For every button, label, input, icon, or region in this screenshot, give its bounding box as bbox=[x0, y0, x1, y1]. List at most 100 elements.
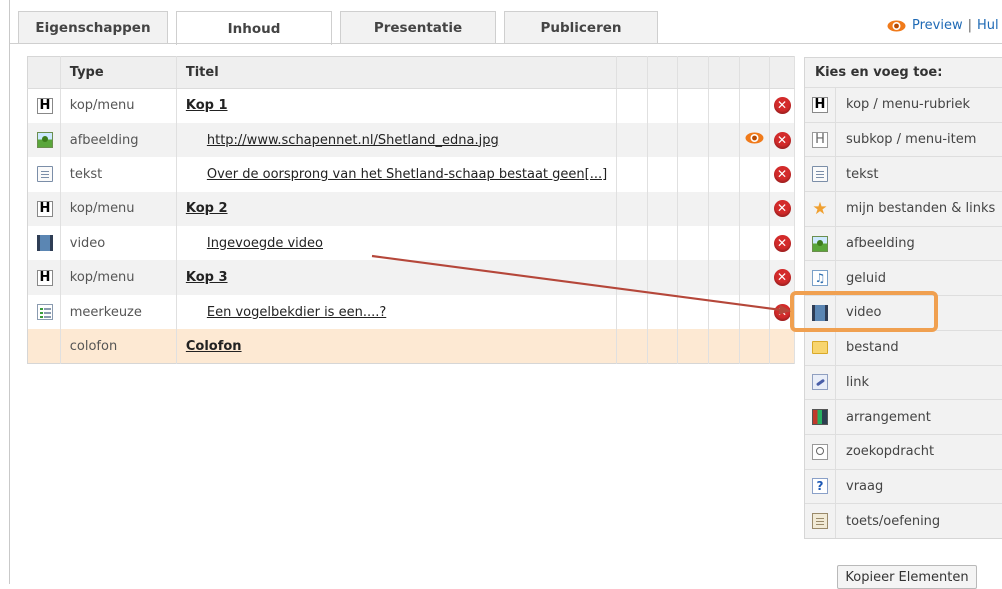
row-view-cell bbox=[739, 294, 771, 330]
row-title-cell: http://www.schapennet.nl/Shetland_edna.j… bbox=[176, 122, 618, 158]
row-delete-cell: ✕ bbox=[769, 260, 795, 295]
separator: | bbox=[967, 18, 972, 33]
row-view-cell bbox=[739, 226, 771, 261]
add-geluid[interactable]: ♫ geluid bbox=[805, 260, 1002, 296]
copy-elements-button[interactable]: Kopieer Elementen bbox=[837, 565, 977, 589]
header-col-d bbox=[708, 56, 740, 89]
delete-icon[interactable]: ✕ bbox=[773, 200, 791, 218]
row-title-cell: Een vogelbekdier is een....? bbox=[176, 294, 618, 330]
row-icon-cell: H bbox=[27, 191, 61, 227]
table-header-row: Type Titel bbox=[27, 56, 795, 89]
preview-eye-icon[interactable] bbox=[745, 132, 764, 144]
item-label: zoekopdracht bbox=[846, 444, 935, 460]
add-toets-oefening[interactable]: toets/oefening bbox=[805, 503, 1002, 538]
row-title-link[interactable]: http://www.schapennet.nl/Shetland_edna.j… bbox=[207, 133, 499, 148]
item-icon-cell: ★ bbox=[805, 192, 836, 226]
row-col-c bbox=[677, 157, 709, 192]
item-icon-cell bbox=[805, 400, 836, 434]
delete-icon[interactable]: ✕ bbox=[773, 131, 791, 149]
row-icon-cell: H bbox=[27, 88, 61, 123]
table-row[interactable]: video Ingevoegde video ✕ bbox=[27, 226, 795, 261]
table-row[interactable]: tekst Over de oorsprong van het Shetland… bbox=[27, 157, 795, 192]
row-icon-cell bbox=[27, 157, 61, 192]
item-label: geluid bbox=[846, 270, 886, 286]
row-col-b bbox=[647, 88, 679, 123]
table-row[interactable]: H kop/menu Kop 1 ✕ bbox=[27, 88, 795, 123]
tab-inhoud[interactable]: Inhoud bbox=[176, 11, 332, 45]
row-title-link[interactable]: Kop 2 bbox=[186, 201, 228, 216]
help-link[interactable]: Hul bbox=[977, 18, 999, 33]
panel-title: Kies en voeg toe: bbox=[815, 65, 943, 80]
editor-frame: Eigenschappen Inhoud Presentatie Publice… bbox=[9, 0, 1002, 589]
tab-eigenschappen[interactable]: Eigenschappen bbox=[18, 11, 168, 44]
row-type: meerkeuze bbox=[60, 294, 177, 330]
row-col-b bbox=[647, 122, 679, 158]
add-video[interactable]: video bbox=[805, 295, 1002, 330]
table-row[interactable]: H kop/menu Kop 2 ✕ bbox=[27, 191, 795, 227]
row-col-b bbox=[647, 260, 679, 295]
row-col-c bbox=[677, 226, 709, 261]
add-zoekopdracht[interactable]: zoekopdracht bbox=[805, 433, 1002, 469]
row-delete-cell: ✕ bbox=[769, 226, 795, 261]
table-row[interactable]: H kop/menu Kop 3 ✕ bbox=[27, 260, 795, 295]
row-title-cell: Colofon bbox=[176, 329, 618, 364]
row-type: afbeelding bbox=[60, 122, 177, 158]
preview-link[interactable]: Preview bbox=[912, 18, 963, 33]
tab-publiceren[interactable]: Publiceren bbox=[504, 11, 658, 44]
row-title-link[interactable]: Kop 1 bbox=[186, 98, 228, 113]
row-view-cell bbox=[739, 260, 771, 295]
table-row[interactable]: afbeelding http://www.schapennet.nl/Shet… bbox=[27, 122, 795, 158]
row-view-cell bbox=[739, 329, 771, 364]
link-icon bbox=[812, 374, 828, 391]
add-afbeelding[interactable]: afbeelding bbox=[805, 225, 1002, 261]
row-delete-cell: ✕ bbox=[769, 122, 795, 158]
header-type: Type bbox=[60, 56, 177, 89]
row-col-a bbox=[616, 88, 648, 123]
delete-icon[interactable]: ✕ bbox=[773, 234, 791, 252]
add-subkop-menu-item[interactable]: H subkop / menu-item bbox=[805, 121, 1002, 157]
header-col-delete bbox=[769, 56, 795, 89]
row-view-cell bbox=[739, 157, 771, 192]
list-icon bbox=[37, 304, 53, 321]
row-col-c bbox=[677, 88, 709, 123]
add-mijn-bestanden[interactable]: ★ mijn bestanden & links bbox=[805, 191, 1002, 226]
table-row-colofon[interactable]: colofon Colofon bbox=[27, 329, 795, 364]
arrangement-icon bbox=[812, 409, 828, 426]
item-icon-cell bbox=[805, 157, 836, 192]
row-delete-cell: ✕ bbox=[769, 157, 795, 192]
music-note-icon: ♫ bbox=[812, 270, 828, 287]
delete-icon[interactable]: ✕ bbox=[773, 269, 791, 287]
item-icon-cell bbox=[805, 434, 836, 469]
row-icon-cell bbox=[27, 294, 61, 330]
row-title-link[interactable]: Ingevoegde video bbox=[207, 236, 323, 251]
row-col-b bbox=[647, 329, 679, 364]
row-title-cell: Over de oorsprong van het Shetland-schaa… bbox=[176, 157, 618, 192]
header-col-c bbox=[677, 56, 709, 89]
row-delete-cell: ✕ bbox=[769, 191, 795, 227]
row-title-link[interactable]: Kop 3 bbox=[186, 270, 228, 285]
row-title-link[interactable]: Over de oorsprong van het Shetland-schaa… bbox=[207, 167, 607, 182]
tab-underline bbox=[10, 43, 1002, 44]
add-vraag[interactable]: ? vraag bbox=[805, 468, 1002, 504]
add-bestand[interactable]: bestand bbox=[805, 329, 1002, 365]
tab-presentatie[interactable]: Presentatie bbox=[340, 11, 496, 44]
row-col-d bbox=[708, 191, 740, 227]
row-title-link[interactable]: Colofon bbox=[186, 339, 242, 354]
delete-icon[interactable]: ✕ bbox=[773, 303, 791, 321]
item-label: arrangement bbox=[846, 409, 931, 425]
item-icon-cell bbox=[805, 365, 836, 400]
table-row[interactable]: meerkeuze Een vogelbekdier is een....? ✕ bbox=[27, 294, 795, 330]
row-icon-cell: H bbox=[27, 260, 61, 295]
row-title-link[interactable]: Een vogelbekdier is een....? bbox=[207, 305, 386, 320]
delete-icon[interactable]: ✕ bbox=[773, 165, 791, 183]
heading-icon: H bbox=[37, 200, 53, 217]
add-arrangement[interactable]: arrangement bbox=[805, 399, 1002, 434]
add-tekst[interactable]: tekst bbox=[805, 156, 1002, 192]
row-col-d bbox=[708, 260, 740, 295]
item-icon-cell bbox=[805, 330, 836, 365]
top-right-links: Preview | Hul bbox=[887, 18, 999, 33]
row-type: kop/menu bbox=[60, 191, 177, 227]
add-kop-menu-rubriek[interactable]: H kop / menu-rubriek bbox=[805, 87, 1002, 122]
add-link[interactable]: link bbox=[805, 364, 1002, 400]
delete-icon[interactable]: ✕ bbox=[773, 97, 791, 115]
